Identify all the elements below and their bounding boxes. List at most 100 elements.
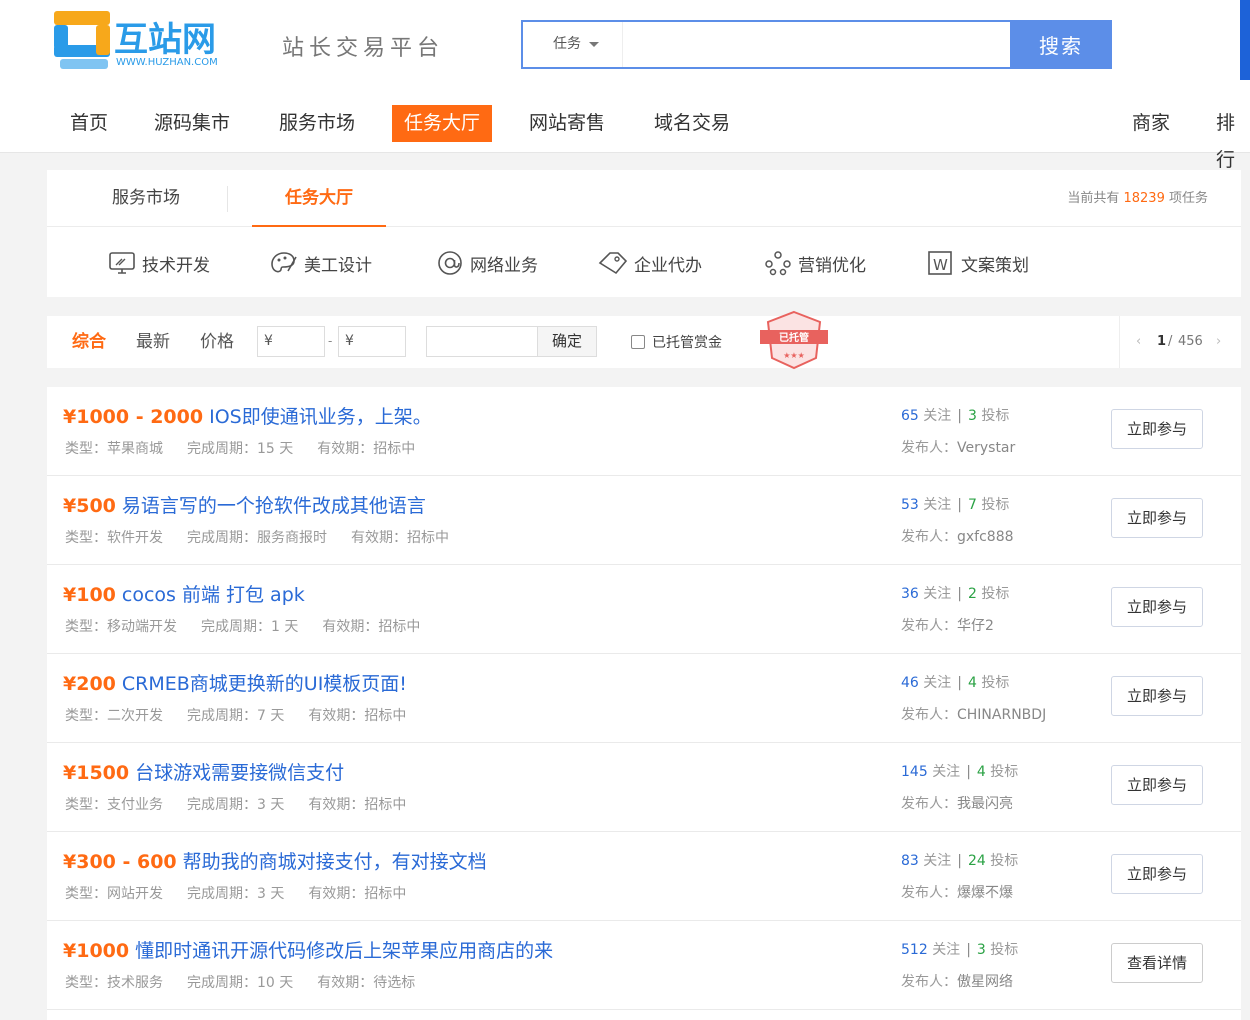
view-details-button[interactable]: 查看详情 bbox=[1111, 943, 1203, 983]
task-title-link[interactable]: ¥1000 - 2000 IOS即使通讯业务，上架。 bbox=[63, 402, 432, 429]
task-meta: 类型：二次开发 完成周期：7 天 有效期：招标中 bbox=[65, 705, 430, 725]
task-bid-label: 投标 bbox=[981, 675, 1010, 691]
corner-ad-banner[interactable] bbox=[1240, 0, 1250, 80]
task-price: ¥1500 bbox=[63, 762, 130, 784]
task-price: ¥200 bbox=[63, 673, 116, 695]
pager-prev-button[interactable]: ‹ bbox=[1136, 316, 1141, 368]
task-title-link[interactable]: ¥1000 懂即时通讯开源代码修改后上架苹果应用商店的来 bbox=[63, 936, 553, 963]
task-price: ¥1000 - 2000 bbox=[63, 406, 204, 428]
tab-service-market[interactable]: 服务市场 bbox=[112, 170, 180, 227]
pager-separator: / bbox=[1168, 334, 1173, 349]
task-author: 发布人：CHINARNBDJ bbox=[901, 704, 1046, 724]
task-type: 类型：支付业务 bbox=[65, 797, 163, 813]
search-category-select[interactable]: 任务 bbox=[523, 22, 623, 67]
nav-item-task-hall[interactable]: 任务大厅 bbox=[392, 105, 493, 142]
search-input[interactable] bbox=[624, 22, 1010, 67]
task-validity: 有效期：招标中 bbox=[322, 619, 421, 635]
monitor-icon bbox=[109, 252, 135, 274]
join-task-button[interactable]: 立即参与 bbox=[1111, 498, 1203, 538]
pager-total-pages: 456 bbox=[1178, 334, 1203, 349]
category-network[interactable]: 网络业务 bbox=[436, 250, 538, 276]
pager: ‹ 1 / 456 › bbox=[1119, 316, 1241, 368]
task-period: 完成周期：服务商报时 bbox=[187, 530, 327, 546]
price-min-input[interactable]: ¥ bbox=[257, 326, 325, 357]
task-price: ¥500 bbox=[63, 495, 116, 517]
tag-icon bbox=[598, 252, 628, 275]
task-bids: 4 bbox=[968, 675, 977, 691]
join-task-button[interactable]: 立即参与 bbox=[1111, 409, 1203, 449]
sort-latest[interactable]: 最新 bbox=[136, 316, 170, 368]
nav-item-source-market[interactable]: 源码集市 bbox=[142, 105, 242, 142]
nav-item-service-market[interactable]: 服务市场 bbox=[267, 105, 367, 142]
nav-item-home[interactable]: 首页 bbox=[58, 105, 120, 142]
tab-task-hall[interactable]: 任务大厅 bbox=[252, 170, 386, 227]
task-title-link[interactable]: ¥200 CRMEB商城更换新的UI模板页面! bbox=[63, 669, 407, 696]
escrow-badge-icon: 已托管 ★★★ bbox=[760, 310, 828, 370]
category-label: 美工设计 bbox=[304, 255, 372, 276]
category-design[interactable]: 美工设计 bbox=[270, 250, 372, 276]
search-button[interactable]: 搜索 bbox=[1010, 20, 1112, 69]
task-row: ¥500 易语言写的一个抢软件改成其他语言 类型：软件开发 完成周期：服务商报时 有效… bbox=[47, 476, 1241, 565]
task-type: 类型：技术服务 bbox=[65, 975, 163, 991]
site-header: 互站网 WWW.HUZHAN.COM 站长交易平台 任务 搜索 首页 源码集市 … bbox=[0, 0, 1250, 171]
task-title: cocos 前端 打包 apk bbox=[121, 584, 305, 606]
nav-item-site-consignment[interactable]: 网站寄售 bbox=[517, 105, 617, 142]
task-author-label: 发布人： bbox=[901, 707, 957, 723]
site-logo[interactable]: 互站网 WWW.HUZHAN.COM bbox=[52, 7, 242, 77]
task-meta: 类型：技术服务 完成周期：10 天 有效期：待选标 bbox=[65, 972, 439, 992]
price-max-input[interactable]: ¥ bbox=[338, 326, 406, 357]
task-title-link[interactable]: ¥100 cocos 前端 打包 apk bbox=[63, 580, 305, 607]
task-title-link[interactable]: ¥300 - 600 帮助我的商城对接支付，有对接文档 bbox=[63, 847, 487, 874]
pager-next-button[interactable]: › bbox=[1216, 316, 1221, 368]
task-follows: 512 bbox=[901, 942, 928, 958]
task-count-value: 18239 bbox=[1123, 191, 1165, 206]
join-task-button[interactable]: 立即参与 bbox=[1111, 587, 1203, 627]
category-label: 技术开发 bbox=[142, 255, 210, 276]
category-marketing[interactable]: 营销优化 bbox=[764, 250, 866, 276]
sort-price[interactable]: 价格 bbox=[200, 316, 234, 368]
task-follow-label: 关注 bbox=[923, 675, 952, 691]
task-author-name[interactable]: Verystar bbox=[957, 440, 1015, 456]
task-author: 发布人：gxfc888 bbox=[901, 526, 1014, 546]
task-author-name[interactable]: gxfc888 bbox=[957, 529, 1014, 545]
task-author-name[interactable]: CHINARNBDJ bbox=[957, 707, 1046, 723]
join-task-button[interactable]: 立即参与 bbox=[1111, 854, 1203, 894]
task-title-link[interactable]: ¥1500 台球游戏需要接微信支付 bbox=[63, 758, 344, 785]
task-period: 完成周期：3 天 bbox=[187, 797, 285, 813]
nav-item-merchants[interactable]: 商家 bbox=[1120, 105, 1182, 142]
keyword-filter-input[interactable] bbox=[426, 326, 538, 357]
task-row: ¥1000 懂即时通讯开源代码修改后上架苹果应用商店的来 类型：技术服务 完成周期：… bbox=[47, 921, 1241, 1010]
task-stats: 53 关注 | 7 投标 bbox=[901, 494, 1009, 514]
task-follow-label: 关注 bbox=[923, 408, 952, 424]
join-task-button[interactable]: 立即参与 bbox=[1111, 765, 1203, 805]
task-stats: 83 关注 | 24 投标 bbox=[901, 850, 1018, 870]
nav-item-ranking[interactable]: 排行 bbox=[1204, 105, 1250, 171]
task-follows: 53 bbox=[901, 497, 919, 513]
chevron-down-icon bbox=[589, 41, 599, 47]
task-author: 发布人：傲星网络 bbox=[901, 971, 1013, 991]
task-follows: 36 bbox=[901, 586, 919, 602]
filter-confirm-button[interactable]: 确定 bbox=[537, 326, 597, 357]
search-bar: 任务 搜索 bbox=[521, 20, 1112, 69]
category-tech-dev[interactable]: 技术开发 bbox=[108, 250, 210, 276]
task-follow-label: 关注 bbox=[923, 853, 952, 869]
category-agency[interactable]: 企业代办 bbox=[598, 250, 702, 276]
task-stats: 36 关注 | 2 投标 bbox=[901, 583, 1009, 603]
task-bid-label: 投标 bbox=[981, 586, 1010, 602]
join-task-button[interactable]: 立即参与 bbox=[1111, 676, 1203, 716]
escrow-filter-checkbox[interactable]: 已托管赏金 bbox=[631, 316, 722, 368]
task-stats-separator: | bbox=[957, 586, 962, 602]
task-author-name[interactable]: 傲星网络 bbox=[957, 974, 1013, 990]
task-title-link[interactable]: ¥500 易语言写的一个抢软件改成其他语言 bbox=[63, 491, 426, 518]
category-copywriting[interactable]: W 文案策划 bbox=[927, 250, 1029, 276]
nav-item-domain-trade[interactable]: 域名交易 bbox=[642, 105, 742, 142]
task-validity: 有效期：待选标 bbox=[317, 975, 416, 991]
task-author-name[interactable]: 华仔2 bbox=[957, 618, 994, 634]
task-title: IOS即使通讯业务，上架。 bbox=[209, 406, 432, 428]
task-type: 类型：软件开发 bbox=[65, 530, 163, 546]
sort-comprehensive[interactable]: 综合 bbox=[72, 316, 106, 368]
task-author-name[interactable]: 我最闪亮 bbox=[957, 796, 1013, 812]
task-author-name[interactable]: 爆爆不爆 bbox=[957, 885, 1013, 901]
svg-text:WWW.HUZHAN.COM: WWW.HUZHAN.COM bbox=[116, 57, 218, 68]
task-title: 易语言写的一个抢软件改成其他语言 bbox=[121, 495, 426, 517]
